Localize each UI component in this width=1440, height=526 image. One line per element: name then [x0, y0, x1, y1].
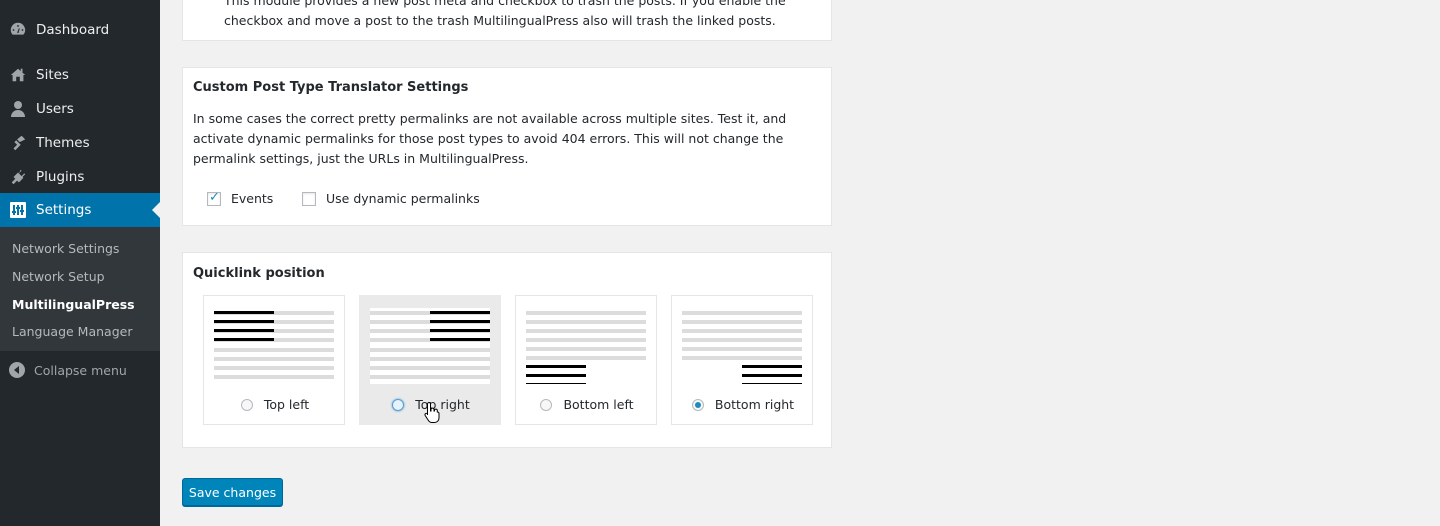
bottom-left-preview	[526, 308, 646, 384]
bottom-right-preview	[682, 308, 802, 384]
menu-item-users[interactable]: Users	[0, 92, 160, 126]
submenu-language-manager[interactable]: Language Manager	[12, 324, 132, 339]
menu-item-settings[interactable]: Settings	[0, 193, 160, 227]
users-icon	[0, 100, 36, 118]
collapse-label: Collapse menu	[34, 362, 127, 378]
quicklink-label[interactable]: Top left	[204, 397, 346, 412]
hand-cursor-icon	[424, 401, 440, 429]
checkbox-label: Events	[231, 191, 274, 206]
menu-label: Themes	[36, 135, 90, 151]
menu-label: Settings	[36, 202, 92, 218]
collapse-arrow-icon	[0, 362, 34, 378]
dashboard-icon	[0, 21, 36, 39]
menu-item-sites[interactable]: Sites	[0, 58, 160, 92]
quicklink-option-bottom-right[interactable]: Bottom right	[671, 295, 813, 425]
plugins-icon	[0, 168, 36, 186]
checkbox-label: Use dynamic permalinks	[326, 191, 480, 206]
quicklink-option-bottom-left[interactable]: Bottom left	[515, 295, 657, 425]
quicklink-label[interactable]: Bottom left	[516, 397, 658, 412]
events-checkbox[interactable]	[207, 190, 221, 206]
save-changes-button[interactable]: Save changes	[182, 478, 283, 506]
menu-label: Sites	[36, 67, 69, 83]
menu-label: Users	[36, 101, 74, 117]
top-left-radio[interactable]	[240, 398, 253, 411]
top-right-radio[interactable]	[392, 398, 405, 411]
panel-title: Custom Post Type Translator Settings	[193, 80, 469, 95]
panel-description: In some cases the correct pretty permali…	[193, 111, 787, 166]
quicklink-label[interactable]: Bottom right	[672, 397, 814, 412]
quicklink-position-panel: Quicklink position Top left Top right Bo…	[182, 252, 832, 448]
bottom-left-radio[interactable]	[540, 398, 553, 411]
option-label: Bottom right	[714, 397, 795, 412]
option-label: Top left	[263, 397, 310, 412]
settings-icon	[0, 202, 36, 218]
option-label: Bottom left	[563, 397, 634, 412]
dynamic-permalinks-checkbox[interactable]	[302, 191, 316, 206]
menu-item-dashboard[interactable]: Dashboard	[0, 13, 160, 47]
admin-sidebar: Dashboard Sites Users Themes Plugins Set…	[0, 0, 160, 526]
top-right-preview	[370, 308, 490, 384]
collapse-menu-button[interactable]: Collapse menu	[0, 356, 160, 384]
submenu-network-settings[interactable]: Network Settings	[12, 241, 119, 256]
themes-icon	[0, 134, 36, 152]
menu-label: Dashboard	[36, 22, 110, 38]
panel-title: Quicklink position	[193, 266, 325, 281]
top-left-preview	[214, 308, 334, 384]
sites-icon	[0, 66, 36, 84]
trash-posts-panel: This module provides a new post meta and…	[182, 0, 832, 41]
dynamic-permalinks-checkbox-row[interactable]: Use dynamic permalinks	[302, 191, 480, 206]
settings-submenu: Network Settings Network Setup Multiling…	[0, 227, 160, 351]
quicklink-option-top-left[interactable]: Top left	[203, 295, 345, 425]
menu-label: Plugins	[36, 169, 85, 185]
cpt-translator-panel: Custom Post Type Translator Settings In …	[182, 67, 832, 226]
menu-item-plugins[interactable]: Plugins	[0, 160, 160, 194]
menu-item-themes[interactable]: Themes	[0, 126, 160, 160]
bottom-right-radio[interactable]	[691, 398, 704, 411]
events-checkbox-row[interactable]: Events	[207, 190, 274, 206]
submenu-network-setup[interactable]: Network Setup	[12, 269, 105, 284]
trash-description: This module provides a new post meta and…	[224, 0, 786, 28]
submenu-multilingualpress[interactable]: MultilingualPress	[12, 297, 135, 312]
